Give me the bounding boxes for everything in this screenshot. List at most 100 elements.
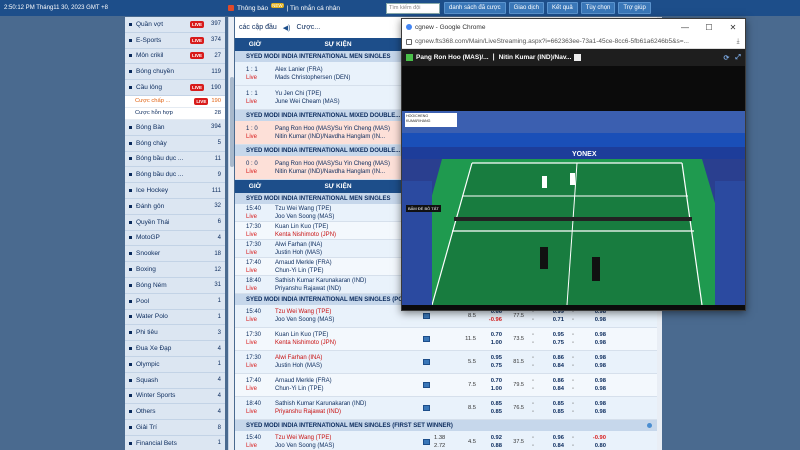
- unmute-badge[interactable]: BẤM ĐỂ BỎ TẮT: [406, 205, 441, 212]
- odds-cell[interactable]: 8.5: [450, 404, 476, 412]
- window-titlebar[interactable]: cgnew - Google Chrome — ☐ ✕: [402, 19, 745, 35]
- tab-matches[interactable]: các cập đầu: [239, 24, 277, 31]
- table-row[interactable]: 17:30 Live Alwi Farhan (INA) Justin Hoh (MA…: [235, 351, 657, 374]
- maximize-icon[interactable]: ☐: [697, 23, 721, 32]
- odds-cell[interactable]: 0.70 1.00: [476, 331, 502, 347]
- sidebar-subitem[interactable]: Cược hỗn hợp 28: [125, 107, 225, 120]
- odds-cell[interactable]: 7.5: [450, 381, 476, 389]
- sidebar-item[interactable]: Snooker 18: [125, 246, 225, 263]
- download-icon[interactable]: ⤓: [731, 38, 745, 46]
- odds-cell[interactable]: 0.95 0.75: [476, 354, 502, 370]
- speaker-icon[interactable]: ◀): [283, 24, 291, 32]
- odds-cell[interactable]: 0.98 0.98: [582, 400, 606, 416]
- sidebar-item[interactable]: Bóng chày 5: [125, 136, 225, 152]
- table-row[interactable]: 17:30 Live Kuan Lin Kuo (TPE) Kenta Nishimo…: [235, 328, 657, 351]
- sidebar-item[interactable]: Môn crikil LIVE 27: [125, 49, 225, 65]
- odds-cell[interactable]: 4.5: [450, 438, 476, 446]
- table-row[interactable]: 17:40 Live Arnaud Merkle (FRA) Chun-Yi Lin …: [235, 374, 657, 397]
- sidebar-item[interactable]: Bóng bầu dục ... 11: [125, 152, 225, 168]
- odds-cell[interactable]: 0.96 0.84: [542, 434, 564, 450]
- odds-cell[interactable]: 0.98 0.98: [582, 354, 606, 370]
- live-stream-window[interactable]: cgnew - Google Chrome — ☐ ✕ cgnew.fts368…: [401, 18, 746, 311]
- odds-cell[interactable]: 81.5: [502, 358, 524, 366]
- odds-cell[interactable]: 79.5: [502, 381, 524, 389]
- odds-cell[interactable]: 0.85 0.85: [542, 400, 564, 416]
- fullscreen-icon[interactable]: ⤢: [735, 54, 741, 62]
- odds-cell[interactable]: 77.5: [502, 312, 524, 320]
- transactions-button[interactable]: Giao dịch: [508, 2, 545, 14]
- odds-cell[interactable]: 0.86 0.84: [542, 354, 564, 370]
- live-tv-icon[interactable]: [423, 359, 430, 365]
- odds-cell[interactable]: 0.98 0.98: [582, 377, 606, 393]
- odds-cell[interactable]: 0.92 0.88: [476, 434, 502, 450]
- live-tv-icon[interactable]: [423, 439, 430, 445]
- site-info-icon[interactable]: [406, 38, 412, 45]
- sidebar-item[interactable]: Quyền Thái 6: [125, 215, 225, 231]
- odds-cell[interactable]: 76.5: [502, 404, 524, 412]
- league-header-first-set[interactable]: SYED MODI INDIA INTERNATIONAL MEN SINGLE…: [235, 420, 657, 431]
- refresh-icon[interactable]: ⟳: [724, 54, 730, 62]
- odds-cell[interactable]: 0.70 1.00: [476, 377, 502, 393]
- table-row[interactable]: 15:40 Live Tzu Wei Wang (TPE) Joo Ven Soong…: [235, 431, 657, 450]
- url-text[interactable]: cgnew.fts368.com/Main/LiveStreaming.aspx…: [415, 38, 731, 45]
- sidebar-item-label: Môn crikil: [136, 52, 164, 60]
- sidebar-item[interactable]: Winter Sports 4: [125, 389, 225, 405]
- tab-bet-type[interactable]: Cược...: [296, 24, 320, 31]
- live-tv-icon[interactable]: [423, 336, 430, 342]
- notice-icon[interactable]: [228, 5, 234, 11]
- odds-cell[interactable]: 5.5: [450, 358, 476, 366]
- sidebar-item[interactable]: Quần vợt LIVE 397: [125, 17, 225, 33]
- odds-cell[interactable]: 0.86 0.84: [542, 377, 564, 393]
- sidebar-item[interactable]: Bóng bầu dục ... 9: [125, 167, 225, 184]
- sidebar-item-count: 119: [211, 68, 221, 75]
- sidebar-item[interactable]: Ice Hockey 111: [125, 183, 225, 199]
- live-video[interactable]: YONEX HOO/CHENG KUMAR/HANG BẤM ĐỂ BỎ TẮT: [402, 111, 745, 305]
- odds-cell[interactable]: 11.5: [450, 335, 476, 343]
- results-button[interactable]: Kết quả: [547, 2, 578, 14]
- odds-cell[interactable]: 8.5: [450, 312, 476, 320]
- odds-cell[interactable]: 0.98 0.98: [582, 331, 606, 347]
- sidebar-item-label: Snooker: [136, 250, 161, 258]
- sidebar-item[interactable]: Bóng Ném 31: [125, 278, 225, 294]
- sidebar-item[interactable]: E-Sports LIVE 374: [125, 33, 225, 49]
- odds-cell[interactable]: 37.5: [502, 438, 524, 446]
- sidebar-scroll-thumb[interactable]: [230, 77, 234, 167]
- close-icon[interactable]: ✕: [721, 23, 745, 32]
- personal-message-link[interactable]: | Tin nhắn cá nhân: [287, 5, 340, 12]
- address-bar[interactable]: cgnew.fts368.com/Main/LiveStreaming.aspx…: [402, 35, 745, 49]
- table-row[interactable]: 18:40 Live Sathish Kumar Karunakaran (IND)…: [235, 397, 657, 420]
- sidebar-item[interactable]: Pool 1: [125, 294, 225, 310]
- sidebar-item[interactable]: Olympic 1: [125, 357, 225, 373]
- live-tv-icon[interactable]: [423, 313, 430, 319]
- sidebar-item[interactable]: Đua Xe Đạp 4: [125, 341, 225, 357]
- sidebar-item[interactable]: Boxing 12: [125, 262, 225, 278]
- match-time: 17:40 Live: [246, 259, 262, 274]
- sidebar-item[interactable]: Water Polo 1: [125, 310, 225, 326]
- sidebar-item[interactable]: Financial Bets 1: [125, 436, 225, 450]
- collapse-toggle-icon[interactable]: [647, 423, 652, 428]
- sidebar-scrollbar[interactable]: [228, 17, 234, 450]
- team-search-input[interactable]: Tìm kiếm đội: [386, 2, 440, 14]
- odds-cell[interactable]: 73.5: [502, 335, 524, 343]
- sidebar-item[interactable]: Cầu lông LIVE 190: [125, 80, 225, 96]
- sidebar-item[interactable]: MotoGP 4: [125, 231, 225, 247]
- sidebar-item[interactable]: Squash 4: [125, 373, 225, 389]
- options-button[interactable]: Tùy chọn: [580, 2, 616, 14]
- odds-cell[interactable]: 1.38 2.72: [434, 434, 450, 450]
- minimize-icon[interactable]: —: [673, 23, 697, 32]
- live-tv-icon[interactable]: [423, 405, 430, 411]
- notice-link[interactable]: Thông báo: [237, 5, 268, 12]
- sidebar-subitem[interactable]: Cược chấp ... LIVE 190: [125, 95, 225, 108]
- live-tv-icon[interactable]: [423, 382, 430, 388]
- bet-list-button[interactable]: danh sách đã cược: [444, 2, 506, 14]
- sidebar-item[interactable]: Others 4: [125, 404, 225, 421]
- sidebar-item[interactable]: Đánh gôn 32: [125, 199, 225, 215]
- odds-cell[interactable]: -0.90 0.80: [582, 434, 606, 450]
- odds-cell[interactable]: 0.85 0.85: [476, 400, 502, 416]
- help-button[interactable]: Trợ giúp: [618, 2, 651, 14]
- sidebar-item[interactable]: Phi tiêu 3: [125, 325, 225, 342]
- odds-cell[interactable]: 0.95 0.75: [542, 331, 564, 347]
- sidebar-item[interactable]: Bóng chuyền 119: [125, 64, 225, 81]
- sidebar-item[interactable]: Giải Trí 8: [125, 420, 225, 436]
- sidebar-item[interactable]: Bóng Bàn 394: [125, 120, 225, 136]
